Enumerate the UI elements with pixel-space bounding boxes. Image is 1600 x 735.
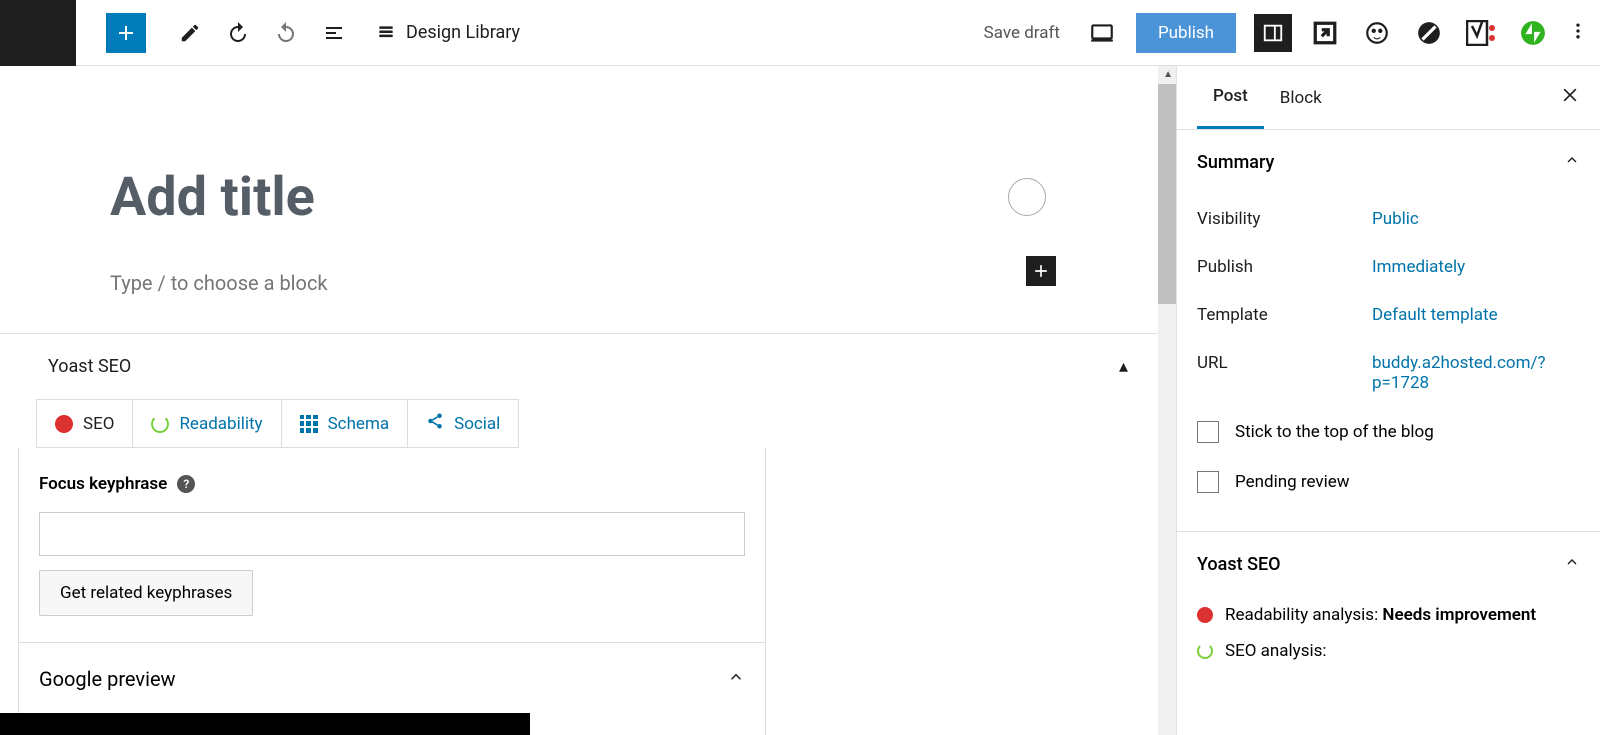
focus-keyphrase-label: Focus keyphrase xyxy=(39,474,167,494)
document-overview-button[interactable] xyxy=(310,9,358,57)
box-arrow-icon xyxy=(1312,20,1338,46)
preview-button[interactable] xyxy=(1078,9,1126,57)
plugin-button-2[interactable] xyxy=(1358,14,1396,52)
list-icon xyxy=(322,21,346,45)
related-keyphrases-button[interactable]: Get related keyphrases xyxy=(39,570,253,616)
bottom-bar xyxy=(0,713,530,735)
url-value[interactable]: buddy.a2hosted.com/?p=1728 xyxy=(1372,353,1580,393)
jetpack-icon xyxy=(1520,20,1546,46)
undo-button[interactable] xyxy=(214,9,262,57)
google-preview-label: Google preview xyxy=(39,667,176,691)
help-icon[interactable]: ? xyxy=(177,475,195,493)
wp-logo[interactable] xyxy=(0,0,76,66)
focus-keyphrase-input[interactable] xyxy=(39,512,745,556)
seo-analysis-text: SEO analysis: xyxy=(1225,641,1327,661)
block-prompt[interactable]: Type / to choose a block xyxy=(110,271,1066,295)
share-icon xyxy=(426,412,444,435)
seo-status-icon xyxy=(55,415,73,433)
pending-checkbox[interactable] xyxy=(1197,471,1219,493)
url-label: URL xyxy=(1197,353,1372,393)
more-options-button[interactable] xyxy=(1568,19,1588,47)
tab-schema-label: Schema xyxy=(328,414,390,434)
readability-dot-icon xyxy=(1197,607,1213,623)
chevron-up-icon xyxy=(1564,152,1580,173)
yoast-heading: Yoast SEO xyxy=(48,356,131,377)
yoast-panel-toggle[interactable]: Yoast SEO ▴ xyxy=(0,334,1176,399)
yoast-tab-readability[interactable]: Readability xyxy=(133,400,281,447)
plus-icon xyxy=(114,21,138,45)
close-sidebar-button[interactable] xyxy=(1560,85,1580,111)
chevron-up-icon xyxy=(727,667,745,691)
plus-icon xyxy=(1031,261,1051,281)
tab-readability-label: Readability xyxy=(179,414,262,434)
template-value[interactable]: Default template xyxy=(1372,305,1580,325)
sidebar-yoast-label: Yoast SEO xyxy=(1197,554,1281,575)
save-draft-button[interactable]: Save draft xyxy=(984,23,1060,43)
sidebar-icon xyxy=(1262,22,1284,44)
tab-social-label: Social xyxy=(454,414,500,434)
jetpack-button[interactable] xyxy=(1514,14,1552,52)
publish-value[interactable]: Immediately xyxy=(1372,257,1580,277)
summary-label: Summary xyxy=(1197,152,1274,173)
yoast-plugin-button[interactable] xyxy=(1462,14,1500,52)
visibility-value[interactable]: Public xyxy=(1372,209,1580,229)
yoast-tab-seo[interactable]: SEO xyxy=(37,400,133,447)
plugin-button-1[interactable] xyxy=(1306,14,1344,52)
blocked-icon xyxy=(1416,20,1442,46)
plugin-button-3[interactable] xyxy=(1410,14,1448,52)
sidebar-yoast-toggle[interactable]: Yoast SEO xyxy=(1177,532,1600,597)
schema-icon xyxy=(300,415,318,433)
redo-button[interactable] xyxy=(262,9,310,57)
summary-toggle[interactable]: Summary xyxy=(1177,130,1600,195)
post-title-input[interactable]: Add title xyxy=(110,166,1066,229)
caret-up-icon: ▴ xyxy=(1119,356,1128,377)
tab-seo-label: SEO xyxy=(83,414,114,434)
yoast-tab-social[interactable]: Social xyxy=(408,400,518,447)
yoast-icon xyxy=(1466,20,1496,46)
stick-checkbox[interactable] xyxy=(1197,421,1219,443)
inline-add-block-button[interactable] xyxy=(1026,256,1056,286)
pencil-icon xyxy=(179,22,201,44)
add-block-button[interactable] xyxy=(106,13,146,53)
seo-spin-icon xyxy=(1197,643,1213,659)
edit-tool-button[interactable] xyxy=(166,9,214,57)
design-library-icon xyxy=(376,23,396,43)
visibility-label: Visibility xyxy=(1197,209,1372,229)
chevron-up-icon xyxy=(1564,554,1580,575)
device-icon xyxy=(1089,20,1115,46)
design-library-label: Design Library xyxy=(406,22,520,43)
featured-image-placeholder[interactable] xyxy=(1008,178,1046,216)
kebab-icon xyxy=(1568,19,1588,43)
settings-sidebar-toggle[interactable] xyxy=(1254,14,1292,52)
publish-label: Publish xyxy=(1197,257,1372,277)
close-icon xyxy=(1560,85,1580,105)
publish-button[interactable]: Publish xyxy=(1136,13,1236,53)
sidebar-tab-block[interactable]: Block xyxy=(1264,68,1338,128)
sidebar-tab-post[interactable]: Post xyxy=(1197,66,1264,129)
pending-label: Pending review xyxy=(1235,472,1350,492)
template-label: Template xyxy=(1197,305,1372,325)
stick-label: Stick to the top of the blog xyxy=(1235,422,1434,442)
redo-icon xyxy=(274,21,298,45)
owl-icon xyxy=(1364,20,1390,46)
design-library-button[interactable]: Design Library xyxy=(376,22,520,43)
readability-analysis-text: Readability analysis: Needs improvement xyxy=(1225,605,1536,625)
yoast-tab-schema[interactable]: Schema xyxy=(282,400,409,447)
undo-icon xyxy=(226,21,250,45)
readability-status-icon xyxy=(151,415,169,433)
google-preview-toggle[interactable]: Google preview xyxy=(39,667,745,691)
